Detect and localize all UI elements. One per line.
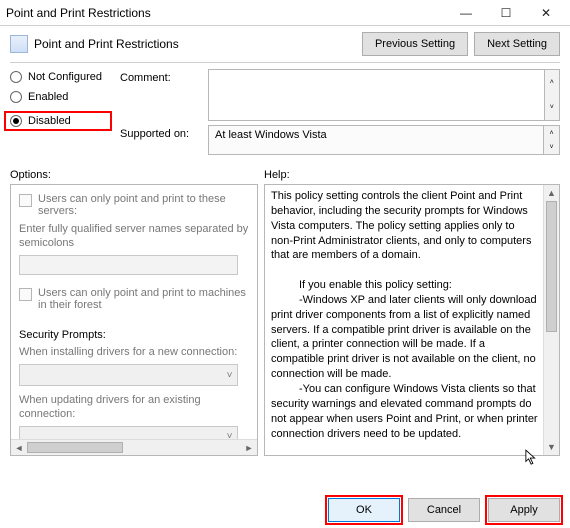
divider	[10, 62, 560, 63]
checkbox-forest-only[interactable]: Users can only point and print to machin…	[19, 287, 249, 311]
scroll-down-icon[interactable]: ▼	[544, 439, 559, 455]
scroll-left-icon[interactable]: ◄	[11, 440, 27, 455]
dialog-buttons: OK Cancel Apply	[328, 498, 560, 522]
scroll-up-icon[interactable]: ▲	[544, 185, 559, 201]
scroll-right-icon[interactable]: ►	[241, 440, 257, 455]
chevron-up-icon[interactable]: ˄	[544, 126, 559, 140]
header-row: Point and Print Restrictions Previous Se…	[10, 32, 560, 56]
minimize-button[interactable]: —	[446, 2, 486, 24]
ok-button[interactable]: OK	[328, 498, 400, 522]
help-paragraph: This policy setting controls the client …	[271, 189, 539, 263]
radio-label: Disabled	[28, 115, 71, 127]
checkbox-label: Users can only point and print to machin…	[38, 287, 249, 311]
previous-setting-button[interactable]: Previous Setting	[362, 32, 468, 56]
checkbox-icon	[19, 288, 32, 301]
comment-label: Comment:	[120, 69, 198, 121]
window-title: Point and Print Restrictions	[6, 6, 446, 20]
options-horizontal-scrollbar[interactable]: ◄ ►	[11, 439, 257, 455]
options-panel: Users can only point and print to these …	[10, 184, 258, 456]
help-panel: This policy setting controls the client …	[264, 184, 560, 456]
supported-on-label: Supported on:	[120, 125, 198, 155]
install-drivers-combo[interactable]	[19, 364, 238, 386]
options-label: Options:	[10, 169, 258, 181]
close-button[interactable]: ✕	[526, 2, 566, 24]
radio-icon	[10, 115, 22, 127]
state-radio-group: Not Configured Enabled Disabled	[10, 69, 112, 159]
radio-label: Enabled	[28, 91, 68, 103]
policy-title: Point and Print Restrictions	[34, 37, 356, 51]
chevron-down-icon[interactable]: ˅	[544, 140, 559, 154]
maximize-button[interactable]: ☐	[486, 2, 526, 24]
help-paragraph: -You can configure Windows Vista clients…	[271, 382, 539, 441]
next-setting-button[interactable]: Next Setting	[474, 32, 560, 56]
radio-icon	[10, 71, 22, 83]
checkbox-icon	[19, 194, 32, 207]
apply-button[interactable]: Apply	[488, 498, 560, 522]
chevron-up-icon[interactable]: ˄	[545, 70, 559, 95]
checkbox-servers-only[interactable]: Users can only point and print to these …	[19, 193, 249, 217]
supported-on-value: At least Windows Vista	[208, 125, 544, 155]
servers-hint: Enter fully qualified server names separ…	[19, 223, 249, 251]
help-paragraph: -Windows XP and later clients will only …	[271, 293, 539, 382]
scroll-thumb[interactable]	[27, 442, 123, 453]
cancel-button[interactable]: Cancel	[408, 498, 480, 522]
supported-scroll[interactable]: ˄ ˅	[544, 125, 560, 155]
install-drivers-label: When installing drivers for a new connec…	[19, 346, 249, 360]
security-prompts-heading: Security Prompts:	[19, 329, 249, 343]
radio-not-configured[interactable]: Not Configured	[10, 71, 112, 83]
help-paragraph: If you enable this policy setting:	[271, 278, 539, 293]
update-drivers-label: When updating drivers for an existing co…	[19, 394, 249, 422]
comment-textarea[interactable]	[208, 69, 545, 121]
radio-icon	[10, 91, 22, 103]
policy-icon	[10, 35, 28, 53]
chevron-down-icon[interactable]: ˅	[545, 95, 559, 120]
scroll-thumb[interactable]	[546, 201, 557, 332]
servers-input[interactable]	[19, 255, 238, 275]
comment-scroll[interactable]: ˄ ˅	[545, 69, 560, 121]
help-vertical-scrollbar[interactable]: ▲ ▼	[543, 185, 559, 455]
help-label: Help:	[264, 169, 560, 181]
checkbox-label: Users can only point and print to these …	[38, 193, 249, 217]
radio-disabled[interactable]: Disabled	[4, 111, 112, 131]
title-bar: Point and Print Restrictions — ☐ ✕	[0, 0, 570, 26]
radio-label: Not Configured	[28, 71, 102, 83]
radio-enabled[interactable]: Enabled	[10, 91, 112, 103]
